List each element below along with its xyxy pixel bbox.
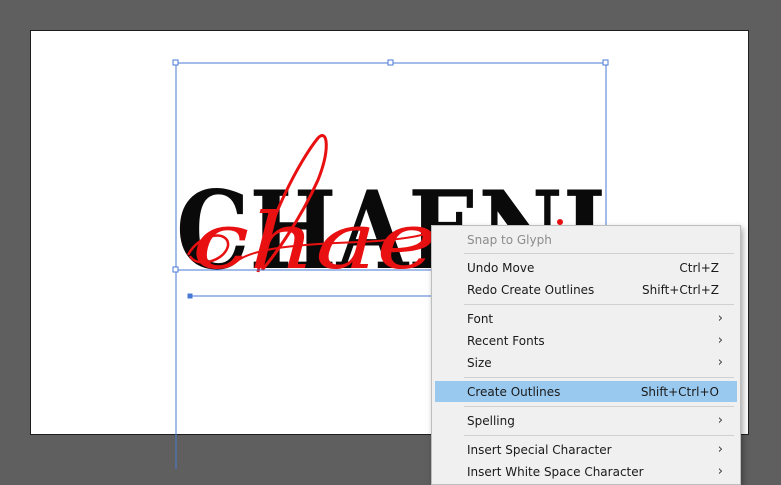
bbox-handle[interactable] <box>172 59 179 66</box>
menu-separator <box>464 253 734 254</box>
menu-shortcut: Shift+Ctrl+Z <box>642 282 719 297</box>
menu-item-recent-fonts[interactable]: Recent Fonts › <box>435 330 737 351</box>
menu-item-redo-create-outlines[interactable]: Redo Create Outlines Shift+Ctrl+Z <box>435 279 737 300</box>
submenu-arrow-icon: › <box>717 333 723 348</box>
menu-separator <box>464 435 734 436</box>
menu-item-insert-white-space-character[interactable]: Insert White Space Character › <box>435 461 737 482</box>
submenu-arrow-icon: › <box>717 464 723 479</box>
menu-item-spelling[interactable]: Spelling › <box>435 410 737 431</box>
menu-shortcut: Shift+Ctrl+O <box>640 384 719 399</box>
submenu-arrow-icon: › <box>717 442 723 457</box>
menu-separator <box>464 406 734 407</box>
baseline-anchor[interactable] <box>187 293 193 299</box>
menu-separator <box>464 377 734 378</box>
bbox-handle[interactable] <box>602 59 609 66</box>
context-menu: Snap to Glyph Undo Move Ctrl+Z Redo Crea… <box>431 225 741 485</box>
menu-separator <box>464 304 734 305</box>
bbox-handle[interactable] <box>172 266 179 273</box>
submenu-arrow-icon: › <box>717 355 723 370</box>
menu-item-snap-to-glyph: Snap to Glyph <box>467 232 552 247</box>
submenu-arrow-icon: › <box>717 413 723 428</box>
menu-item-font[interactable]: Font › <box>435 308 737 329</box>
submenu-arrow-icon: › <box>717 311 723 326</box>
menu-shortcut: Ctrl+Z <box>679 260 719 275</box>
menu-item-undo-move[interactable]: Undo Move Ctrl+Z <box>435 257 737 278</box>
menu-item-size[interactable]: Size › <box>435 352 737 373</box>
bbox-handle[interactable] <box>387 59 394 66</box>
menu-item-create-outlines[interactable]: Create Outlines Shift+Ctrl+O <box>435 381 737 402</box>
menu-item-insert-special-character[interactable]: Insert Special Character › <box>435 439 737 460</box>
